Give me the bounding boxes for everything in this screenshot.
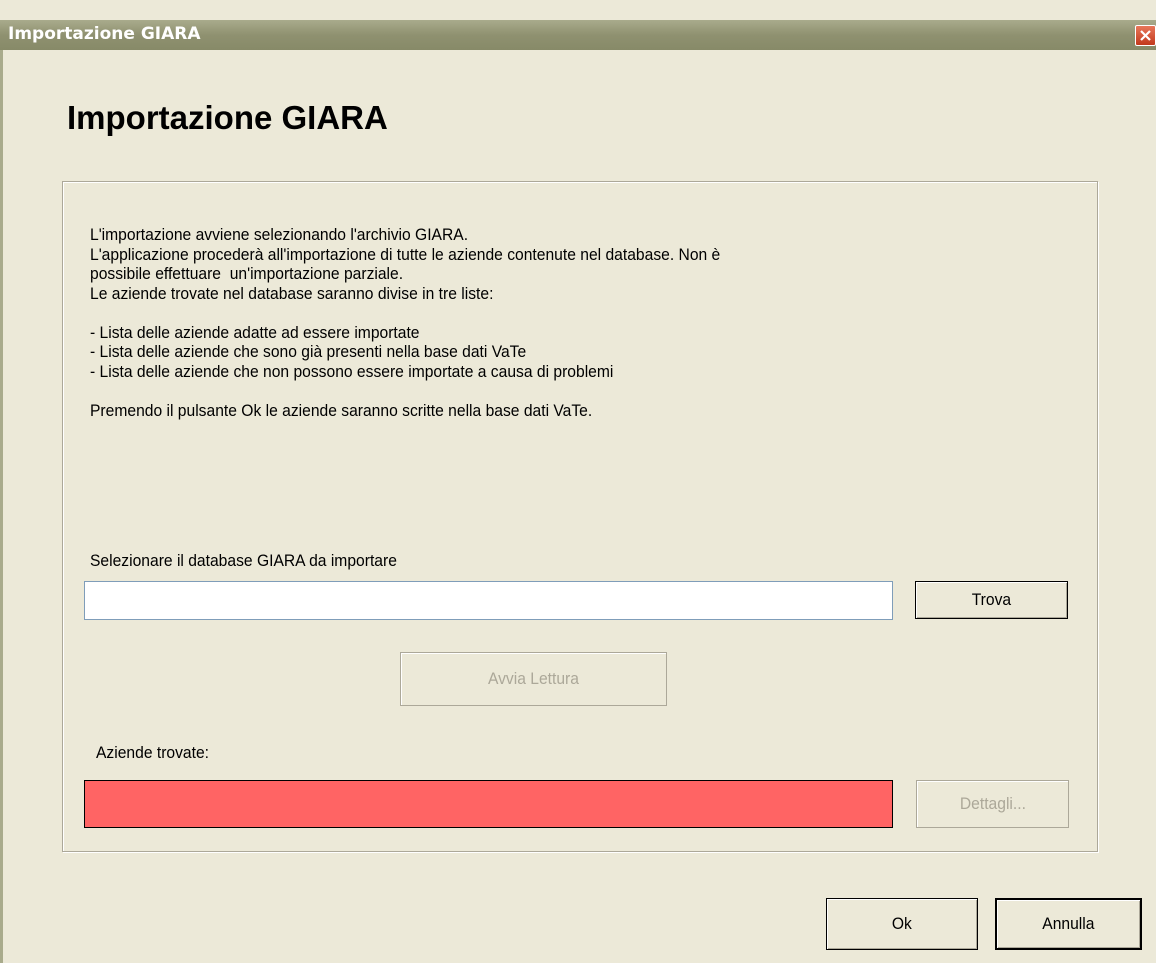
window-title: Importazione GIARA <box>8 24 201 44</box>
ok-button-label: Ok <box>891 914 912 933</box>
description-text: L'importazione avviene selezionando l'ar… <box>90 225 721 420</box>
find-button-label: Trova <box>971 590 1012 609</box>
companies-found-label: Aziende trovate: <box>96 743 210 762</box>
database-label: Selezionare il database GIARA da importa… <box>90 551 397 570</box>
window-border <box>0 50 3 963</box>
details-button[interactable]: Dettagli... <box>916 780 1069 828</box>
page-title: Importazione GIARA <box>67 99 388 136</box>
details-button-label: Dettagli... <box>959 794 1026 813</box>
cancel-button[interactable]: Annulla <box>995 898 1142 950</box>
ok-button[interactable]: Ok <box>826 898 978 950</box>
database-path-input[interactable] <box>84 581 893 620</box>
find-button[interactable]: Trova <box>915 581 1068 619</box>
companies-found-field <box>84 780 893 828</box>
start-reading-button[interactable]: Avvia Lettura <box>400 652 667 706</box>
close-icon <box>1140 30 1151 41</box>
start-reading-button-label: Avvia Lettura <box>487 669 579 688</box>
title-bar[interactable]: Importazione GIARA <box>0 20 1156 50</box>
cancel-button-label: Annulla <box>1042 914 1095 933</box>
import-dialog: Importazione GIARA Importazione GIARA L'… <box>0 0 1156 963</box>
close-button[interactable] <box>1135 25 1156 46</box>
